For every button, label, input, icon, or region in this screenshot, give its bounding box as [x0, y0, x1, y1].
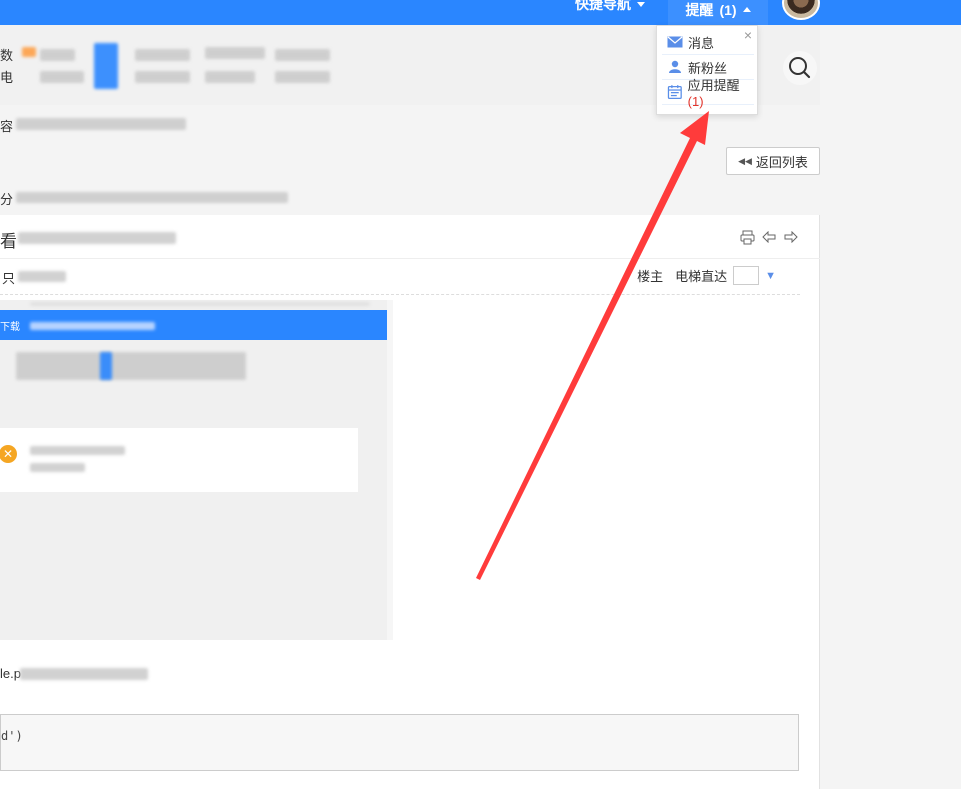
header-edge-text-1: 数: [0, 48, 14, 63]
next-icon[interactable]: [782, 228, 800, 246]
blurred-block: [40, 71, 84, 83]
double-left-arrow-icon: ◀◀: [738, 155, 752, 166]
floor-owner-label: 楼主: [637, 269, 664, 284]
dropdown-item-app-remind[interactable]: 应用提醒(1): [662, 78, 754, 109]
blurred-post-title: [18, 232, 176, 244]
user-icon: [669, 60, 681, 73]
remind-label: 提醒: [685, 1, 714, 18]
remind-count: (1): [719, 1, 737, 18]
avatar[interactable]: [782, 0, 820, 20]
print-icon[interactable]: [738, 228, 756, 246]
arrow-down-icon[interactable]: ▼: [765, 270, 776, 282]
dropdown-item-label: 应用提醒(1): [687, 78, 740, 109]
chevron-down-icon: [637, 1, 645, 7]
blurred-block: [205, 47, 265, 59]
blurred-block: [135, 71, 190, 83]
calendar-icon: [667, 85, 682, 99]
floor-bar: 楼主 电梯直达 ▼: [637, 266, 776, 285]
dropdown-item-label: 消息: [688, 35, 715, 51]
blurred-block: [135, 49, 190, 61]
chevron-up-icon: [742, 7, 751, 12]
blurred-block: [275, 49, 330, 61]
code-block: d'): [0, 714, 799, 771]
embedded-screenshot: 下载 ✕: [0, 300, 393, 640]
screenshot-card: [0, 428, 358, 492]
blurred-block: [205, 71, 255, 83]
category-edge-label: 分: [0, 192, 14, 207]
dropdown-item-messages[interactable]: 消息: [662, 30, 754, 55]
blurred-author: [18, 271, 66, 282]
quick-nav-menu[interactable]: 快捷导航: [575, 0, 645, 14]
blurred-block: [30, 446, 125, 455]
app-remind-count: (1): [687, 94, 704, 109]
back-to-list-button[interactable]: ◀◀ 返回列表: [726, 147, 820, 175]
search-button[interactable]: [783, 51, 817, 85]
elevator-input[interactable]: [733, 266, 760, 285]
blurred-block: [16, 352, 246, 380]
view-edge-label: 看: [0, 232, 17, 251]
post-header: 看: [0, 215, 820, 259]
blurred-block: [30, 463, 85, 472]
blurred-block: [22, 47, 36, 57]
post-subheader: 只 楼主 电梯直达 ▼: [0, 259, 800, 295]
blurred-block: [100, 352, 112, 380]
elevator-label: 电梯直达: [675, 269, 728, 284]
remind-menu[interactable]: 提醒 (1): [668, 0, 768, 25]
content-edge-label: 容: [0, 119, 14, 134]
header-edge-text-2: 电: [0, 70, 14, 85]
back-to-list-label: 返回列表: [755, 154, 808, 170]
search-icon: [789, 57, 811, 79]
top-navigation-bar: 快捷导航 提醒 (1): [0, 0, 961, 25]
file-edge-text: le.p: [0, 666, 21, 681]
blurred-block: [275, 71, 330, 83]
code-edge-text: d'): [1, 729, 23, 743]
blurred-block: [30, 302, 370, 306]
blurred-filename: [20, 668, 148, 680]
remind-dropdown: × 消息 新粉丝 应用提醒(1): [656, 25, 758, 115]
quick-nav-label: 快捷导航: [575, 0, 631, 12]
blurred-block: [94, 43, 118, 89]
blurred-block: [30, 322, 155, 330]
blurred-block: [40, 49, 75, 61]
prev-icon[interactable]: [760, 228, 778, 246]
blurred-category-list: [16, 192, 288, 203]
only-edge-label: 只: [2, 271, 16, 286]
post-tools: [738, 228, 800, 246]
dropdown-item-label: 新粉丝: [688, 60, 728, 76]
blurred-title: [16, 118, 186, 130]
screenshot-bar-text: 下载: [0, 322, 20, 333]
mail-icon: [667, 36, 683, 48]
